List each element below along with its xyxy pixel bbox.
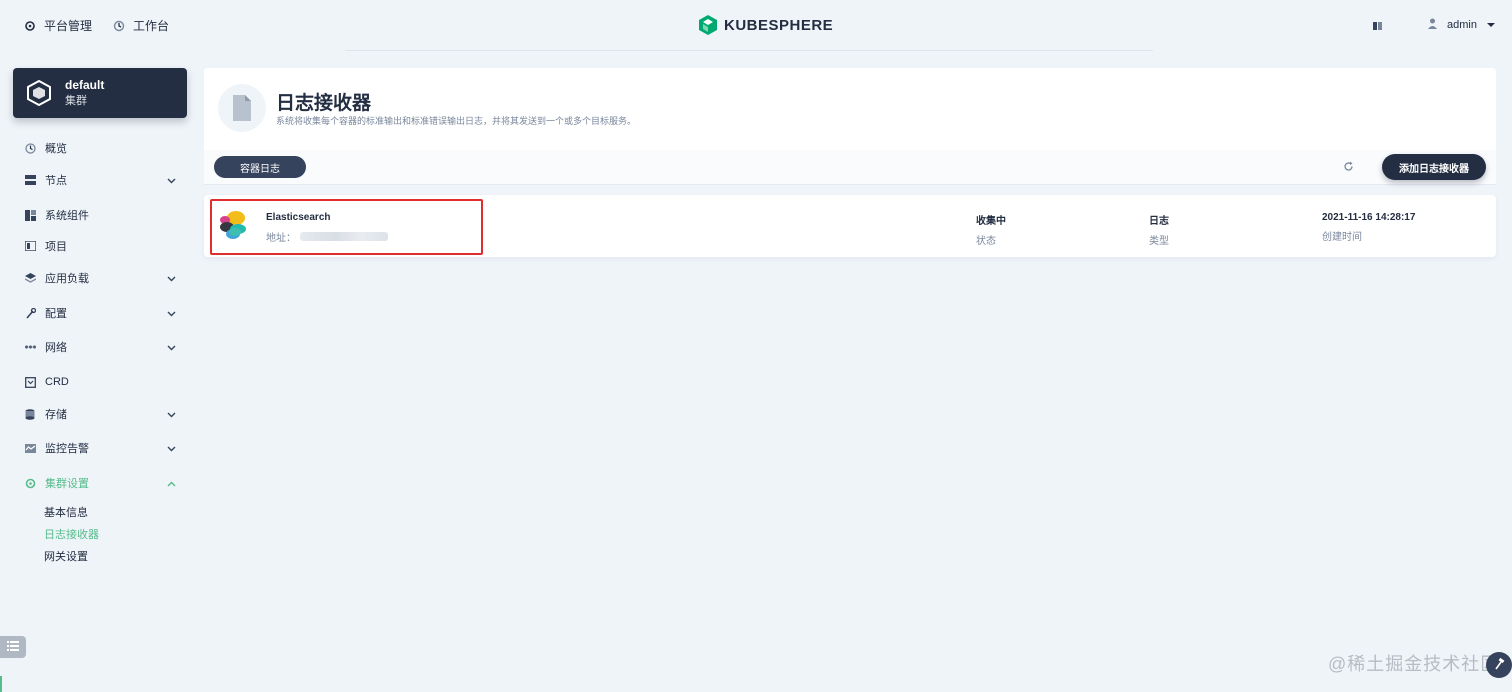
sidebar-subitem-gateway-settings[interactable]: 网关设置 [44,548,88,564]
user-icon [1428,18,1437,32]
sidebar-item-storage[interactable]: 存储 [24,405,180,423]
chevron-down-icon [167,175,176,187]
cluster-type: 集群 [65,95,87,107]
network-icon [24,341,36,353]
workbench-label: 工作台 [133,19,170,33]
chevron-down-icon [167,409,176,421]
sidebar-item-nodes[interactable]: 节点 [24,171,180,189]
receiver-name: Elasticsearch [266,212,331,223]
dashboard-icon [113,20,125,32]
workbench-link[interactable]: 工作台 [113,17,169,34]
sidebar-item-workloads[interactable]: 应用负载 [24,269,180,287]
project-icon [24,240,36,252]
sidebar-item-label: 系统组件 [45,210,89,222]
toolbar: 容器日志 添加日志接收器 [204,150,1496,185]
cluster-name: default [65,78,105,92]
platform-management-link[interactable]: 平台管理 [24,17,92,34]
list-icon [7,640,19,654]
toolbox-toggle-button[interactable] [0,636,26,658]
gear-icon [24,20,36,32]
highlight-box [210,199,483,255]
user-menu[interactable]: admin [1428,18,1495,32]
cluster-selector[interactable]: default 集群 [13,68,187,118]
tool-button[interactable] [1486,652,1512,678]
created-value: 2021-11-16 14:28:17 [1322,212,1416,223]
status-column: 收集中 状态 [976,212,1006,247]
refresh-icon[interactable] [1343,161,1354,175]
type-column: 日志 类型 [1149,212,1169,247]
address-label: 地址： [266,233,296,244]
receiver-address: 地址： [266,229,388,244]
watermark: @稀土掘金技术社区 [1328,654,1500,674]
sidebar-item-label: 监控告警 [45,443,89,455]
sidebar-item-label: 网络 [45,342,67,354]
chevron-down-icon [167,273,176,285]
sidebar-item-components[interactable]: 系统组件 [24,206,180,224]
chevron-down-icon [1486,19,1495,31]
sidebar-item-cluster-settings[interactable]: 集群设置 [24,474,180,492]
platform-management-label: 平台管理 [44,19,93,33]
sidebar-item-network[interactable]: 网络 [24,338,180,356]
page-description: 系统将收集每个容器的标准输出和标准错误输出日志，并将其发送到一个或多个目标服务。 [276,116,637,126]
brand-name: KUBESPHERE [724,16,834,34]
chevron-down-icon [167,342,176,354]
elasticsearch-icon [220,211,246,239]
cluster-cube-icon [25,79,53,107]
sidebar-item-projects[interactable]: 项目 [24,237,180,255]
sidebar-item-config[interactable]: 配置 [24,304,180,322]
status-value: 收集中 [976,216,1006,227]
hammer-icon [1493,657,1505,673]
chevron-down-icon [167,308,176,320]
database-icon [24,408,36,420]
sidebar-item-overview[interactable]: 概览 [24,139,180,157]
created-key: 创建时间 [1322,232,1362,243]
wrench-icon [24,307,36,319]
gear-icon [24,477,36,489]
top-header: 平台管理 工作台 KUBESPHERE admin [0,0,1512,52]
page-banner: 日志接收器 系统将收集每个容器的标准输出和标准错误输出日志，并将其发送到一个或多… [204,68,1496,150]
crd-icon [24,376,36,388]
file-icon [218,84,266,132]
sidebar-item-label: 项目 [45,241,67,253]
sidebar-item-monitoring[interactable]: 监控告警 [24,439,180,457]
type-key: 类型 [1149,236,1169,247]
type-value: 日志 [1149,216,1169,227]
sidebar-item-label: 集群设置 [45,478,89,490]
username: admin [1447,19,1477,31]
status-key: 状态 [976,236,996,247]
monitor-icon [24,442,36,454]
header-divider [345,50,1153,51]
page-title: 日志接收器 [276,93,372,114]
sidebar-item-label: CRD [45,376,69,388]
created-column: 2021-11-16 14:28:17 创建时间 [1322,212,1415,243]
sidebar-subitem-log-receivers[interactable]: 日志接收器 [44,526,99,542]
kubesphere-logo-icon [699,15,717,35]
kubesphere-logo[interactable]: KUBESPHERE [698,14,833,36]
sidebar-item-label: 概览 [45,143,67,155]
table-row[interactable]: Elasticsearch 地址： 收集中 状态 日志 类型 2021-11-1… [204,195,1496,257]
components-icon [24,209,36,221]
chevron-up-icon [167,478,176,490]
edge-accent-bottom-left [0,676,2,692]
toolbox-icon[interactable] [1373,20,1383,34]
dashboard-icon [24,142,36,154]
sidebar-item-crd[interactable]: CRD [24,373,180,391]
sidebar-item-label: 应用负载 [45,273,89,285]
tab-container-logs[interactable]: 容器日志 [214,156,306,178]
layers-icon [24,272,36,284]
sidebar-item-label: 配置 [45,308,67,320]
chevron-down-icon [167,443,176,455]
sidebar-subitem-basic-info[interactable]: 基本信息 [44,504,88,520]
sidebar-item-label: 节点 [45,175,67,187]
add-log-receiver-button[interactable]: 添加日志接收器 [1382,154,1486,180]
sidebar-item-label: 存储 [45,409,67,421]
redacted-address [300,232,388,241]
server-icon [24,174,36,186]
